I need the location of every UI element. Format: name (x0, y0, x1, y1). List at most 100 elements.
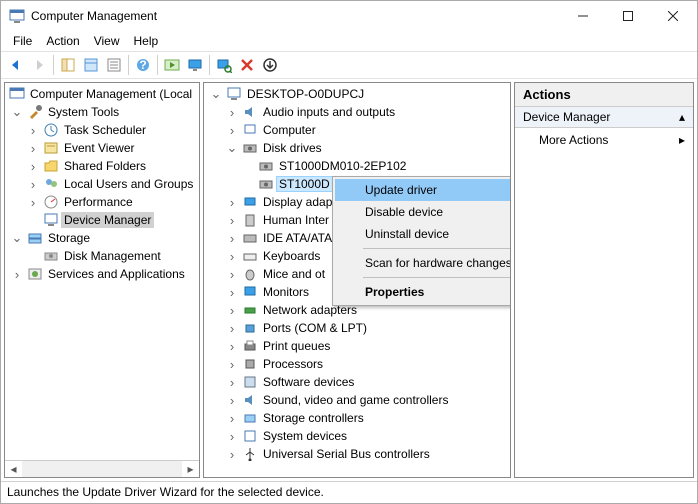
toolbar-monitor-icon[interactable] (184, 54, 206, 76)
cat-computer[interactable]: ›Computer (204, 121, 510, 139)
expand-icon[interactable]: › (9, 266, 25, 282)
collapse-icon[interactable]: ⌄ (9, 230, 25, 246)
expand-icon[interactable]: › (224, 374, 240, 390)
expand-icon[interactable]: › (224, 338, 240, 354)
tree-event-viewer[interactable]: › Event Viewer (5, 139, 199, 157)
middle-pane: ⌄ DESKTOP-O0DUPCJ ›Audio inputs and outp… (203, 82, 511, 478)
clock-icon (43, 122, 59, 138)
tree-performance[interactable]: › Performance (5, 193, 199, 211)
show-hide-tree-button[interactable] (57, 54, 79, 76)
ctx-properties[interactable]: Properties (335, 281, 511, 303)
tree-services-apps[interactable]: › Services and Applications (5, 265, 199, 283)
device-manager-label: Device Manager (61, 212, 154, 228)
cat-softdev[interactable]: ›Software devices (204, 373, 510, 391)
tree-task-scheduler[interactable]: › Task Scheduler (5, 121, 199, 139)
tree-root[interactable]: Computer Management (Local (5, 85, 199, 103)
disk-item-1[interactable]: ST1000DM010-2EP102 (204, 157, 510, 175)
scan-hardware-button[interactable] (213, 54, 235, 76)
expand-icon[interactable]: › (224, 410, 240, 426)
tree-device-manager[interactable]: Device Manager (5, 211, 199, 229)
expand-icon[interactable]: › (224, 356, 240, 372)
expand-icon[interactable]: › (224, 122, 240, 138)
expand-icon[interactable]: › (224, 104, 240, 120)
hid-icon (242, 212, 258, 228)
display-label: Display adap (260, 194, 335, 210)
expand-icon[interactable]: › (25, 122, 41, 138)
tree-disk-management[interactable]: Disk Management (5, 247, 199, 265)
expand-icon[interactable]: › (224, 230, 240, 246)
cat-storagectrl[interactable]: › Storage controllers (204, 409, 510, 427)
expand-icon[interactable]: › (224, 266, 240, 282)
cat-sysdev[interactable]: ›System devices (204, 427, 510, 445)
ctx-disable-device[interactable]: Disable device (335, 201, 511, 223)
back-button[interactable] (5, 54, 27, 76)
disk-icon (258, 158, 274, 174)
display-icon (242, 194, 258, 210)
tree-shared-folders[interactable]: › Shared Folders (5, 157, 199, 175)
properties-button[interactable] (103, 54, 125, 76)
cat-usb[interactable]: ›Universal Serial Bus controllers (204, 445, 510, 463)
close-button[interactable] (650, 2, 695, 31)
expand-icon[interactable]: › (25, 158, 41, 174)
expand-icon[interactable]: › (224, 446, 240, 462)
forward-button[interactable] (28, 54, 50, 76)
ctx-update-driver[interactable]: Update driver (335, 179, 511, 201)
expand-icon[interactable]: › (224, 284, 240, 300)
scroll-track[interactable] (22, 461, 182, 477)
computer-management-icon (9, 86, 25, 102)
menu-view[interactable]: View (88, 33, 126, 49)
context-menu: Update driver Disable device Uninstall d… (332, 176, 511, 306)
collapse-icon[interactable]: ⌄ (9, 104, 25, 120)
ctx-scan-hardware[interactable]: Scan for hardware changes (335, 252, 511, 274)
window-title: Computer Management (31, 9, 560, 23)
enable-button[interactable] (259, 54, 281, 76)
actions-panel[interactable]: Device Manager ▴ (515, 107, 693, 128)
expand-icon[interactable]: › (25, 194, 41, 210)
storagectrl-icon (242, 410, 258, 426)
expand-icon[interactable]: › (25, 140, 41, 156)
expand-icon[interactable]: › (224, 248, 240, 264)
cat-processors[interactable]: ›Processors (204, 355, 510, 373)
help-button[interactable]: ? (132, 54, 154, 76)
system-tools-label: System Tools (45, 104, 122, 120)
expand-icon[interactable]: › (25, 176, 41, 192)
expand-icon[interactable]: › (224, 428, 240, 444)
menu-action[interactable]: Action (40, 33, 85, 49)
cat-sound[interactable]: ›Sound, video and game controllers (204, 391, 510, 409)
collapse-icon[interactable]: ⌄ (208, 86, 224, 102)
device-root[interactable]: ⌄ DESKTOP-O0DUPCJ (204, 85, 510, 103)
expand-icon[interactable]: › (224, 392, 240, 408)
storage-icon (27, 230, 43, 246)
expand-icon[interactable]: › (224, 212, 240, 228)
expand-icon[interactable]: › (224, 320, 240, 336)
uninstall-button[interactable] (236, 54, 258, 76)
scroll-left-icon[interactable]: ◂ (5, 461, 22, 477)
sysdev-icon (242, 428, 258, 444)
storagectrl-label: Storage controllers (260, 410, 367, 426)
status-bar: Launches the Update Driver Wizard for th… (1, 481, 697, 503)
ctx-uninstall-device[interactable]: Uninstall device (335, 223, 511, 245)
toolbar-icon-1[interactable] (161, 54, 183, 76)
tree-system-tools[interactable]: ⌄ System Tools (5, 103, 199, 121)
maximize-button[interactable] (605, 2, 650, 31)
cat-ports[interactable]: ›Ports (COM & LPT) (204, 319, 510, 337)
expand-icon[interactable]: › (224, 302, 240, 318)
menu-help[interactable]: Help (128, 33, 165, 49)
actions-pane: Actions Device Manager ▴ More Actions ▸ (514, 82, 694, 478)
left-tree[interactable]: Computer Management (Local ⌄ System Tool… (5, 83, 199, 460)
services-icon (27, 266, 43, 282)
cat-printq[interactable]: ›Print queues (204, 337, 510, 355)
actions-more[interactable]: More Actions ▸ (515, 128, 693, 152)
horizontal-scrollbar[interactable]: ◂ ▸ (5, 460, 199, 477)
minimize-button[interactable] (560, 2, 605, 31)
cat-disk-drives[interactable]: ⌄Disk drives (204, 139, 510, 157)
tree-storage[interactable]: ⌄ Storage (5, 229, 199, 247)
scroll-right-icon[interactable]: ▸ (182, 461, 199, 477)
toolbar-view-button[interactable] (80, 54, 102, 76)
cat-audio[interactable]: ›Audio inputs and outputs (204, 103, 510, 121)
expand-icon[interactable]: › (224, 194, 240, 210)
collapse-icon[interactable]: ⌄ (224, 140, 240, 156)
menu-file[interactable]: File (7, 33, 38, 49)
tree-local-users[interactable]: › Local Users and Groups (5, 175, 199, 193)
speaker-icon (242, 104, 258, 120)
